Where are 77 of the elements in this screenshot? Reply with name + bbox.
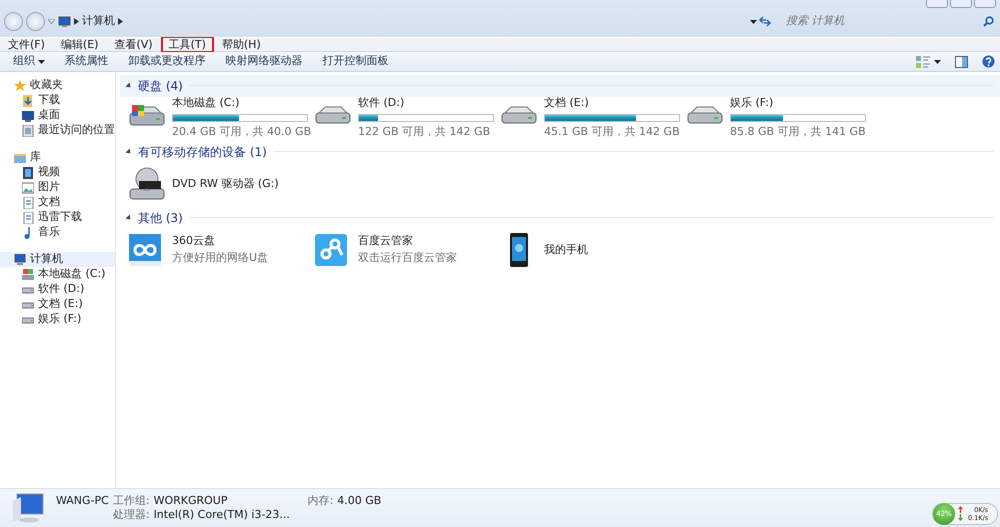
folder-icon [22,94,34,106]
sidebar-item[interactable]: 软件 (D:) [0,282,115,297]
sidebar-item[interactable]: 最近访问的位置 [0,123,115,138]
detail-label: 工作组: [112,494,150,508]
computer-name: WANG-PC [56,494,109,508]
sidebar-item[interactable]: 文档 (E:) [0,297,115,312]
folder-icon [14,152,26,164]
sidebar-item[interactable]: 下载 [0,93,115,108]
document-icon [22,212,34,224]
item-name: 本地磁盘 (C:) [172,95,240,112]
computer-icon [11,493,45,523]
star-icon [14,80,26,92]
search-icon[interactable] [983,16,994,27]
sidebar-item[interactable]: 音乐 [0,225,115,240]
collapse-arrow-icon[interactable] [125,82,133,90]
menu-item[interactable]: 文件(F) [0,36,53,53]
document-icon [22,196,34,208]
detail-label: 处理器: [112,508,150,522]
collapse-arrow-icon[interactable] [125,214,133,222]
sidebar-item[interactable]: 图片 [0,180,115,195]
sidebar-item[interactable]: 库 [0,150,115,165]
download-arrow-icon [958,514,963,521]
menu-item[interactable]: 编辑(E) [52,36,106,53]
sidebar-item[interactable]: 文档 [0,195,115,210]
item-name: 百度云管家 [358,233,414,250]
document-icon [22,124,34,136]
sidebar-item[interactable]: 迅雷下载 [0,210,115,225]
item-detail: 122 GB 可用，共 142 GB [358,124,492,140]
collapse-arrow-icon[interactable] [125,148,133,156]
detail-value: Intel(R) Core(TM) i3-23... [154,508,291,522]
detail-label: 内存: [308,494,334,508]
section-heading[interactable]: 有可移动存储的设备 (1) [138,142,267,161]
caret-icon[interactable] [934,60,940,64]
help-icon[interactable] [982,55,994,68]
sidebar-item[interactable]: 本地磁盘 (C:) [0,267,115,282]
item-detail: 20.4 GB 可用，共 40.0 GB [172,124,312,140]
toolbar-button[interactable]: 打开控制面板 [312,53,398,70]
detail-value: WORKGROUP [154,494,228,508]
sidebar-item[interactable]: 娱乐 (F:) [0,312,115,327]
dvd-drive-icon [128,166,166,201]
sidebar-item[interactable]: 计算机 [0,252,115,267]
chevron-icon[interactable] [118,18,122,25]
item-detail: 45.1 GB 可用，共 142 GB [544,124,680,140]
menu-item[interactable]: 查看(V) [106,36,161,53]
section-heading[interactable]: 硬盘 (4) [138,76,183,95]
item-detail: 双击运行百度云管家 [358,250,457,266]
preview-pane-icon[interactable] [954,56,968,68]
refresh-icon[interactable] [759,16,772,27]
menu-item[interactable]: 帮助(H) [214,36,269,53]
chevron-icon[interactable] [74,18,79,25]
sidebar-item[interactable]: 视频 [0,165,115,180]
item-name: 文档 (E:) [544,95,590,112]
breadcrumb-item[interactable]: 计算机 [82,13,115,30]
sidebar-item[interactable]: 桌面 [0,108,115,123]
item-detail: 85.8 GB 可用，共 141 GB [730,124,866,140]
detail-value: 4.00 GB [337,494,382,508]
item-name: DVD RW 驱动器 (G:) [172,176,279,192]
toolbar-button[interactable]: 系统属性 [54,53,118,70]
computer-icon [57,16,72,28]
dropdown-arrow-icon[interactable] [750,20,756,24]
toolbar-button[interactable]: 映射网络驱动器 [216,53,312,70]
drive-icon [22,268,34,280]
toolbar-button[interactable]: 卸载或更改程序 [118,53,216,70]
search-field[interactable]: 搜索 计算机 [784,12,983,31]
item-name: 娱乐 (F:) [730,95,774,112]
item-name: 360云盘 [172,233,216,250]
sidebar-item[interactable]: 收藏夹 [0,78,115,93]
item-name: 我的手机 [544,242,588,258]
monitor-icon [22,110,34,122]
item-detail: 方便好用的网络U盘 [172,250,268,266]
item-name: 软件 (D:) [358,95,406,112]
upload-arrow-icon [958,506,963,513]
computer-icon [14,254,26,266]
picture-icon [22,182,34,194]
toolbar-button[interactable]: 组织 [2,53,54,70]
section-heading[interactable]: 其他 (3) [138,208,183,227]
film-icon [22,166,34,178]
